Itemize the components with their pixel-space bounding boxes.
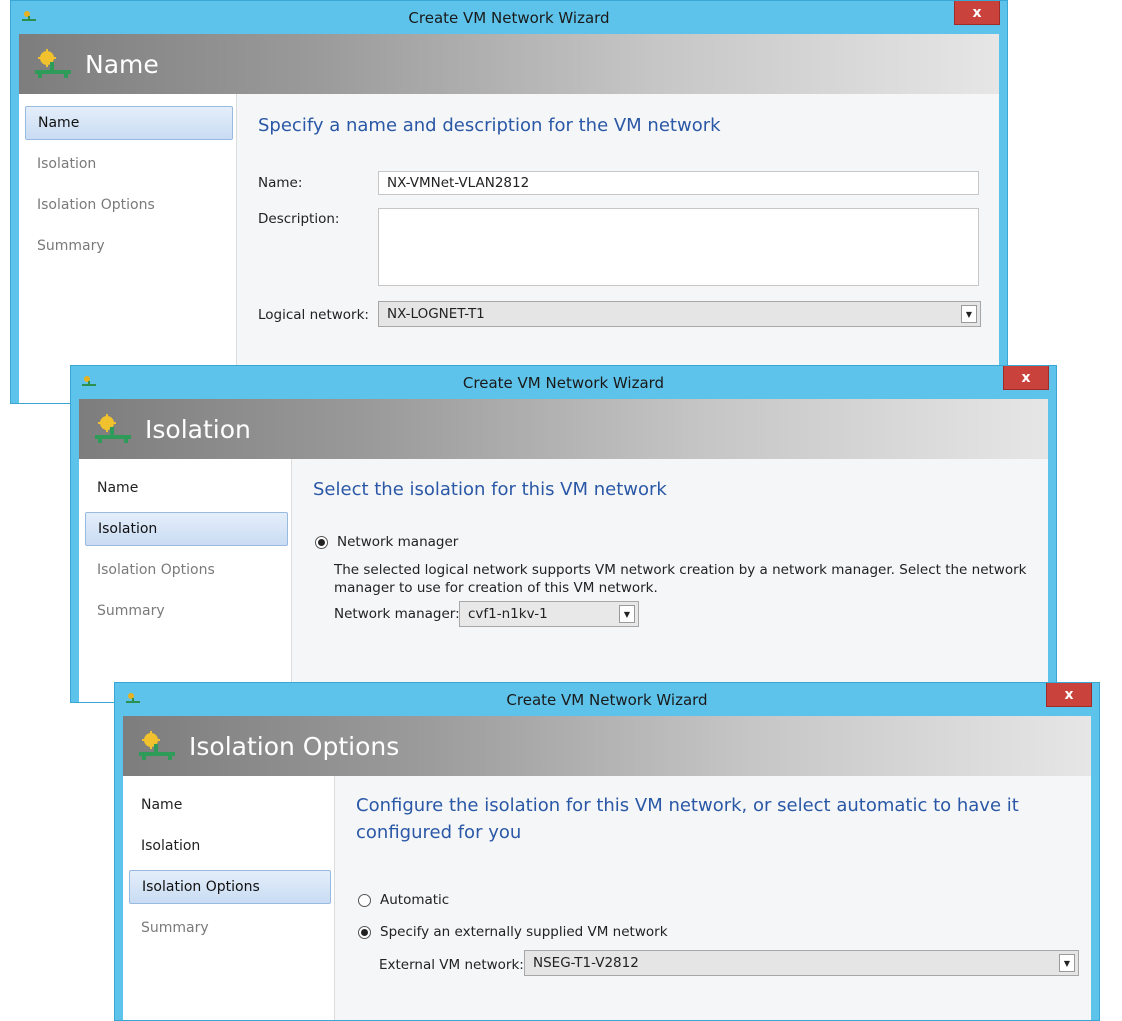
- wizard-window-isolation: Create VM Network Wizard x Isolation Nam…: [70, 365, 1057, 703]
- step-heading: Configure the isolation for this VM netw…: [356, 795, 1019, 843]
- close-icon: x: [972, 4, 982, 21]
- nav-item-isolation-options[interactable]: Isolation Options: [129, 870, 331, 904]
- nav-item-name[interactable]: Name: [85, 471, 288, 505]
- window-client: Name Name Isolation Isolation Options Su…: [19, 34, 999, 403]
- name-input[interactable]: NX-VMNet-VLAN2812: [378, 171, 979, 195]
- logical-network-value: NX-LOGNET-T1: [387, 306, 485, 322]
- automatic-radio[interactable]: [358, 893, 371, 907]
- nav-item-name[interactable]: Name: [25, 106, 233, 140]
- description-label: Description:: [258, 211, 340, 227]
- external-network-option-label: Specify an externally supplied VM networ…: [380, 924, 668, 940]
- logical-network-label: Logical network:: [258, 307, 369, 323]
- network-manager-option-label: Network manager: [337, 534, 459, 550]
- nav-item-isolation-options[interactable]: Isolation Options: [25, 188, 233, 222]
- external-vm-network-value: NSEG-T1-V2812: [533, 955, 639, 971]
- network-manager-description: The selected logical network supports VM…: [334, 562, 1027, 596]
- nav-item-summary[interactable]: Summary: [129, 911, 331, 945]
- nav-item-isolation[interactable]: Isolation: [25, 147, 233, 181]
- nav-item-summary[interactable]: Summary: [85, 594, 288, 628]
- external-vm-network-label: External VM network:: [379, 957, 524, 973]
- title-bar[interactable]: Create VM Network Wizard x: [71, 366, 1056, 399]
- external-network-option[interactable]: Specify an externally supplied VM networ…: [358, 924, 668, 940]
- network-icon: [35, 49, 71, 78]
- wizard-window-name: Create VM Network Wizard x Name Name Iso…: [10, 0, 1008, 404]
- nav-item-isolation[interactable]: Isolation: [85, 512, 288, 546]
- wizard-nav: Name Isolation Isolation Options Summary: [123, 776, 335, 1020]
- window-title: Create VM Network Wizard: [462, 373, 665, 392]
- page-title: Name: [85, 49, 159, 79]
- chevron-down-icon[interactable]: ▼: [1059, 954, 1075, 972]
- nav-item-isolation[interactable]: Isolation: [129, 829, 331, 863]
- window-title: Create VM Network Wizard: [408, 8, 610, 27]
- wizard-content: Specify a name and description for the V…: [237, 94, 999, 403]
- network-icon: [22, 11, 36, 21]
- network-manager-select[interactable]: cvf1-n1kv-1 ▼: [459, 601, 639, 627]
- automatic-option-label: Automatic: [380, 892, 450, 908]
- description-input[interactable]: [378, 208, 979, 286]
- page-title: Isolation: [145, 414, 251, 444]
- external-network-radio[interactable]: [358, 925, 371, 939]
- page-banner: Name: [19, 34, 999, 94]
- chevron-down-icon[interactable]: ▼: [619, 605, 635, 623]
- network-manager-option[interactable]: Network manager: [315, 534, 458, 550]
- network-icon: [139, 731, 175, 760]
- title-bar[interactable]: Create VM Network Wizard x: [115, 683, 1099, 716]
- close-icon: x: [1064, 686, 1074, 703]
- network-icon: [82, 376, 96, 386]
- window-client: Isolation Options Name Isolation Isolati…: [123, 716, 1091, 1020]
- page-title: Isolation Options: [189, 731, 400, 761]
- nav-item-isolation-options[interactable]: Isolation Options: [85, 553, 288, 587]
- automatic-option[interactable]: Automatic: [358, 892, 449, 908]
- wizard-window-isolation-options: Create VM Network Wizard x Isolation Opt…: [114, 682, 1100, 1021]
- step-heading: Specify a name and description for the V…: [258, 115, 721, 136]
- network-manager-radio[interactable]: [315, 535, 328, 549]
- network-manager-value: cvf1-n1kv-1: [468, 606, 548, 622]
- close-icon: x: [1021, 369, 1031, 386]
- close-button[interactable]: x: [1046, 683, 1092, 707]
- network-manager-label: Network manager:: [334, 606, 460, 622]
- network-icon: [95, 414, 131, 443]
- wizard-nav: Name Isolation Isolation Options Summary: [19, 94, 237, 403]
- logical-network-select[interactable]: NX-LOGNET-T1 ▼: [378, 301, 981, 327]
- wizard-content: Select the isolation for this VM network…: [292, 459, 1048, 702]
- title-bar[interactable]: Create VM Network Wizard x: [11, 1, 1007, 34]
- nav-item-summary[interactable]: Summary: [25, 229, 233, 263]
- window-client: Isolation Name Isolation Isolation Optio…: [79, 399, 1048, 702]
- nav-item-name[interactable]: Name: [129, 788, 331, 822]
- wizard-content: Configure the isolation for this VM netw…: [335, 776, 1091, 1020]
- window-title: Create VM Network Wizard: [506, 690, 708, 709]
- close-button[interactable]: x: [1003, 366, 1049, 390]
- page-banner: Isolation: [79, 399, 1048, 459]
- close-button[interactable]: x: [954, 1, 1000, 25]
- external-vm-network-select[interactable]: NSEG-T1-V2812 ▼: [524, 950, 1079, 976]
- name-label: Name:: [258, 175, 303, 191]
- step-heading: Select the isolation for this VM network: [313, 479, 667, 500]
- wizard-nav: Name Isolation Isolation Options Summary: [79, 459, 292, 702]
- page-banner: Isolation Options: [123, 716, 1091, 776]
- network-icon: [126, 693, 140, 703]
- chevron-down-icon[interactable]: ▼: [961, 305, 977, 323]
